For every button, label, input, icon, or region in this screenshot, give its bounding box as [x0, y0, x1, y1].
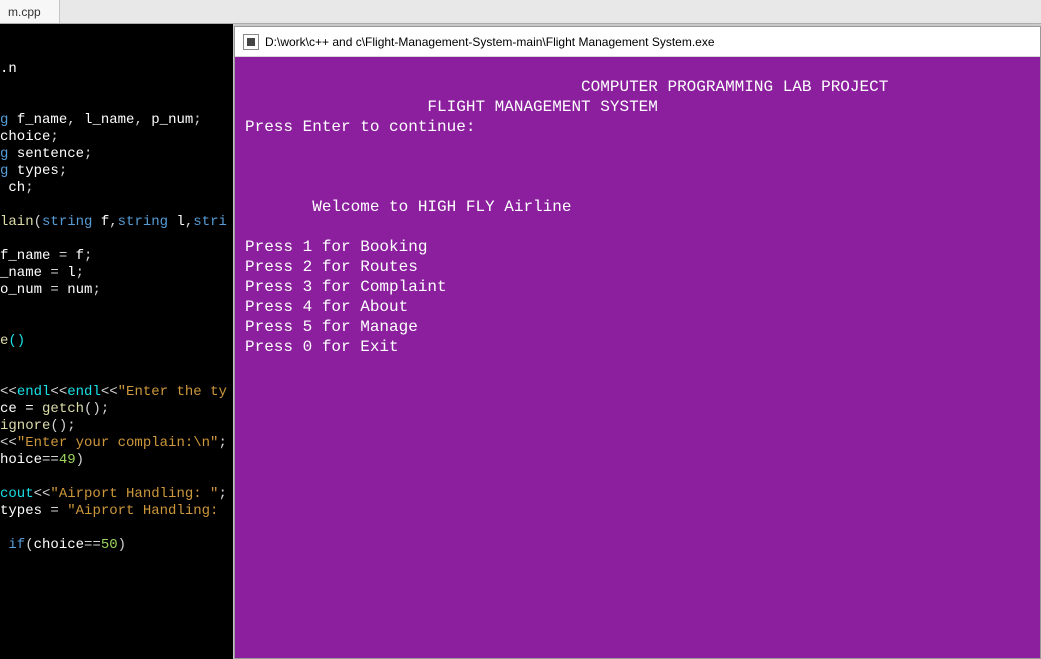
code-line: <<endl<<endl<<"Enter the ty	[0, 384, 231, 401]
code-line: ch;	[0, 180, 231, 197]
code-line	[0, 95, 231, 112]
code-line	[0, 350, 231, 367]
code-line: hoice==49)	[0, 452, 231, 469]
code-line: _name = l;	[0, 265, 231, 282]
code-line: e()	[0, 333, 231, 350]
code-line: <<"Enter your complain:\n";	[0, 435, 231, 452]
code-line	[0, 520, 231, 537]
code-line	[0, 78, 231, 95]
code-line: types = "Aiprort Handling:	[0, 503, 231, 520]
code-line	[0, 231, 231, 248]
code-line: o_num = num;	[0, 282, 231, 299]
code-line	[0, 469, 231, 486]
code-line: choice;	[0, 129, 231, 146]
code-line: g f_name, l_name, p_num;	[0, 112, 231, 129]
code-line: g sentence;	[0, 146, 231, 163]
code-line	[0, 44, 231, 61]
code-line: f_name = f;	[0, 248, 231, 265]
code-line: ignore();	[0, 418, 231, 435]
app-icon	[243, 34, 259, 50]
console-output[interactable]: COMPUTER PROGRAMMING LAB PROJECT FLIGHT …	[235, 57, 1040, 658]
file-tab[interactable]: m.cpp	[0, 0, 60, 23]
code-editor[interactable]: .n g f_name, l_name, p_num;choice;g sent…	[0, 24, 233, 659]
code-line: .n	[0, 61, 231, 78]
file-tab-label: m.cpp	[8, 5, 41, 19]
console-titlebar[interactable]: D:\work\c++ and c\Flight-Management-Syst…	[235, 27, 1040, 57]
code-line: lain(string f,string l,stri	[0, 214, 231, 231]
code-line: g types;	[0, 163, 231, 180]
code-line	[0, 197, 231, 214]
code-line: if(choice==50)	[0, 537, 231, 554]
code-line	[0, 299, 231, 316]
console-title-text: D:\work\c++ and c\Flight-Management-Syst…	[265, 35, 715, 49]
code-line	[0, 367, 231, 384]
code-line: cout<<"Airport Handling: ";	[0, 486, 231, 503]
tab-bar: m.cpp	[0, 0, 1041, 24]
console-window[interactable]: D:\work\c++ and c\Flight-Management-Syst…	[234, 26, 1041, 659]
code-line: ce = getch();	[0, 401, 231, 418]
code-line	[0, 316, 231, 333]
